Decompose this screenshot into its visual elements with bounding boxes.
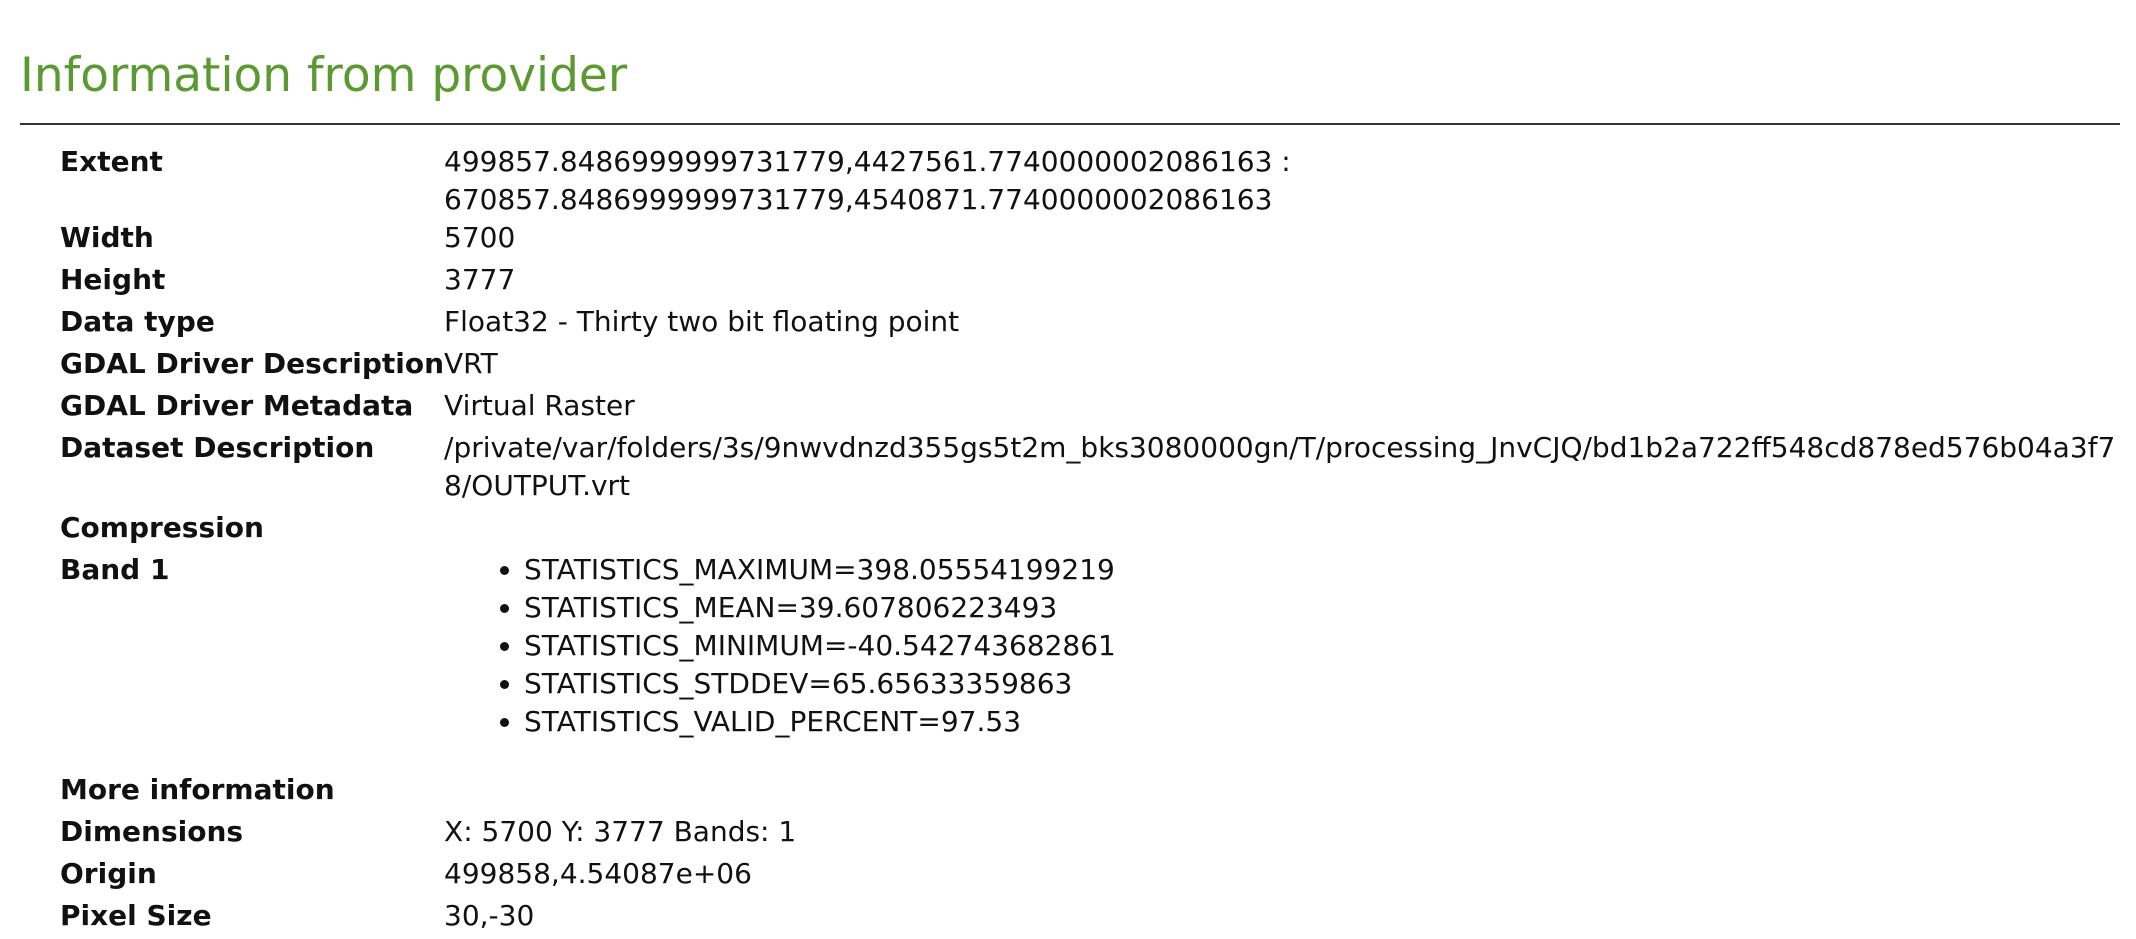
origin-value: 499858,4.54087e+06	[444, 857, 752, 890]
width-value: 5700	[444, 221, 516, 254]
info-row-origin: Origin 499858,4.54087e+06	[60, 855, 2124, 897]
band-1-stats-cell: STATISTICS_MAXIMUM=398.05554199219 STATI…	[444, 551, 2124, 771]
dataset-description-cell: /private/var/folders/3s/9nwvdnzd355gs5t2…	[444, 429, 2124, 509]
info-row-gdal-driver-metadata: GDAL Driver Metadata Virtual Raster	[60, 387, 2124, 429]
info-row-height: Height 3777	[60, 261, 2124, 303]
gdal-driver-metadata-label: GDAL Driver Metadata	[60, 389, 414, 422]
data-type-label: Data type	[60, 305, 215, 338]
info-row-extent: Extent 499857.8486999999731779,4427561.7…	[60, 143, 2124, 219]
info-row-gdal-driver-description: GDAL Driver Description VRT	[60, 345, 2124, 387]
info-row-dimensions: Dimensions X: 5700 Y: 3777 Bands: 1	[60, 813, 2124, 855]
info-row-pixel-size: Pixel Size 30,-30	[60, 897, 2124, 939]
height-label: Height	[60, 263, 166, 296]
section-divider	[20, 123, 2120, 125]
pixel-size-value: 30,-30	[444, 899, 535, 932]
dimensions-label: Dimensions	[60, 815, 244, 848]
info-row-compression: Compression	[60, 509, 2124, 551]
band-statistic-item: STATISTICS_STDDEV=65.65633359863	[524, 665, 2124, 703]
dataset-description-label: Dataset Description	[60, 431, 375, 464]
band-statistic-item: STATISTICS_VALID_PERCENT=97.53	[524, 703, 2124, 741]
band-1-statistics-list: STATISTICS_MAXIMUM=398.05554199219 STATI…	[444, 551, 2124, 741]
band-statistic-item: STATISTICS_MEAN=39.607806223493	[524, 589, 2124, 627]
more-information-heading: More information	[60, 773, 335, 806]
info-row-band-1: Band 1 STATISTICS_MAXIMUM=398.0555419921…	[60, 551, 2124, 771]
width-label: Width	[60, 221, 154, 254]
info-row-dataset-description: Dataset Description /private/var/folders…	[60, 429, 2124, 509]
info-row-width: Width 5700	[60, 219, 2124, 261]
compression-value	[444, 509, 2124, 551]
info-row-more-information: More information	[60, 771, 2124, 813]
section-title: Information from provider	[20, 48, 628, 103]
more-information-spacer	[444, 771, 2124, 813]
gdal-driver-description-label: GDAL Driver Description	[60, 347, 445, 380]
height-value: 3777	[444, 263, 516, 296]
compression-label: Compression	[60, 511, 264, 544]
extent-label: Extent	[60, 145, 163, 178]
info-row-data-type: Data type Float32 - Thirty two bit float…	[60, 303, 2124, 345]
gdal-driver-metadata-value: Virtual Raster	[444, 389, 635, 422]
gdal-driver-description-value: VRT	[444, 347, 498, 380]
dimensions-value: X: 5700 Y: 3777 Bands: 1	[444, 815, 797, 848]
pixel-size-label: Pixel Size	[60, 899, 212, 932]
band-statistic-item: STATISTICS_MAXIMUM=398.05554199219	[524, 551, 2124, 589]
band-1-label: Band 1	[60, 553, 170, 586]
origin-label: Origin	[60, 857, 157, 890]
extent-value: 499857.8486999999731779,4427561.77400000…	[444, 145, 1291, 216]
band-statistic-item: STATISTICS_MINIMUM=-40.542743682861	[524, 627, 2124, 665]
provider-info-table: Extent 499857.8486999999731779,4427561.7…	[60, 143, 2124, 939]
dataset-description-value: /private/var/folders/3s/9nwvdnzd355gs5t2…	[444, 431, 2116, 502]
data-type-value: Float32 - Thirty two bit floating point	[444, 305, 960, 338]
